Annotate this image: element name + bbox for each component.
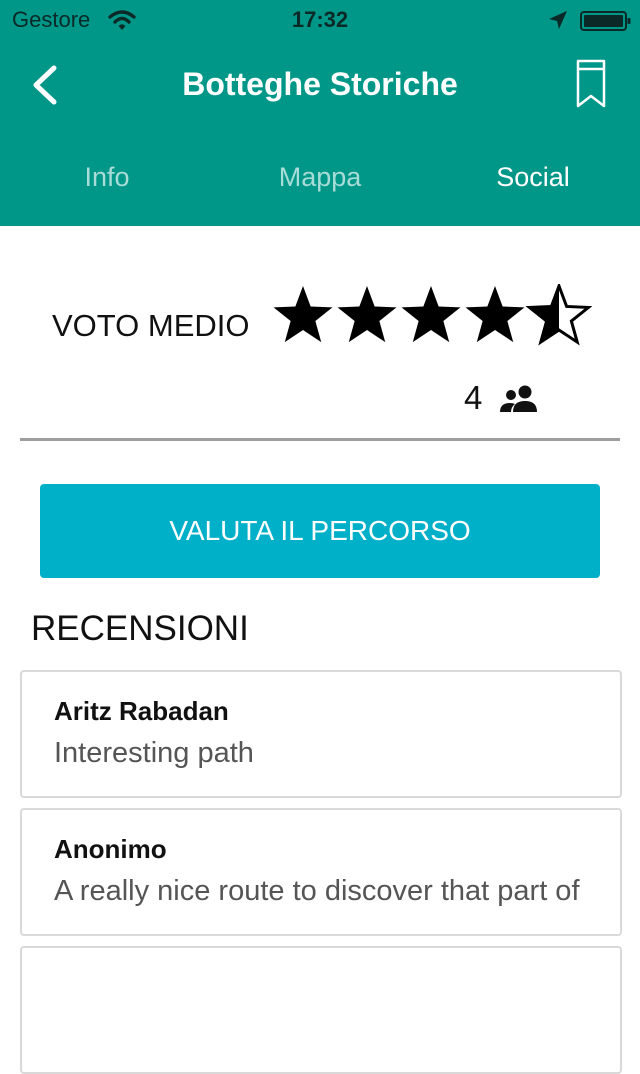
back-button[interactable]: [26, 60, 66, 110]
star-full-icon: [337, 286, 397, 343]
section-divider: [20, 438, 620, 441]
star-full-icon: [401, 286, 461, 343]
star-half-icon: [525, 284, 592, 346]
votes-count: 4: [464, 379, 483, 416]
star-full-icon: [465, 286, 525, 343]
review-card: Aritz Rabadan Interesting path: [20, 670, 622, 798]
reviews-heading: RECENSIONI: [31, 609, 249, 648]
review-author: Anonimo: [54, 834, 167, 864]
rate-route-button[interactable]: VALUTA IL PERCORSO: [40, 484, 600, 578]
people-icon: [500, 385, 537, 412]
app-header: Gestore 17:32 Botteghe Storiche Info Map…: [0, 0, 640, 226]
review-author: Aritz Rabadan: [54, 696, 229, 726]
star-full-icon: [273, 286, 333, 343]
review-text: Interesting path: [54, 737, 254, 769]
location-arrow-icon: [549, 11, 567, 29]
status-bar: Gestore 17:32: [0, 0, 640, 40]
tab-social[interactable]: Social: [426, 162, 640, 193]
tab-info[interactable]: Info: [0, 162, 214, 193]
status-time: 17:32: [291, 7, 349, 32]
bookmark-icon[interactable]: [574, 58, 608, 110]
review-text: A really nice route to discover that par…: [54, 875, 580, 907]
rating-stars: [273, 284, 592, 346]
rating-label: VOTO MEDIO: [52, 308, 250, 343]
page-title: Botteghe Storiche: [182, 66, 458, 102]
tab-map[interactable]: Mappa: [213, 162, 427, 193]
review-card: [20, 946, 622, 1074]
battery-icon: [580, 11, 631, 31]
review-card: Anonimo A really nice route to discover …: [20, 808, 622, 936]
